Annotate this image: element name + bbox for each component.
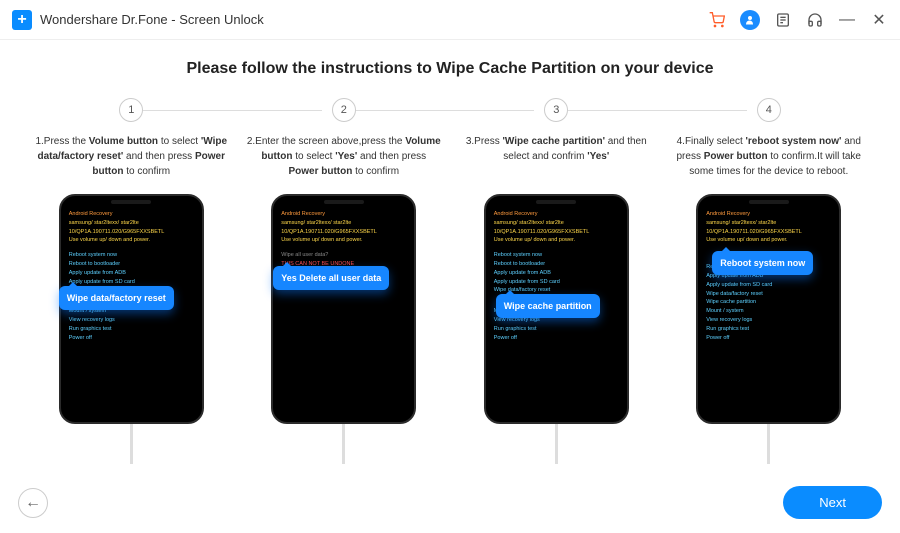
step-number: 2 (332, 98, 356, 122)
step-col-4: 4 4.Finally select 'reboot system now' an… (668, 98, 871, 464)
phone-text-line: Apply update from ADB (494, 269, 619, 278)
phone-text-line: Run graphics test (494, 325, 619, 334)
phone-text-line: Apply update from SD card (706, 281, 831, 290)
phone-text-line: Reboot system now (494, 251, 619, 260)
phone-text-line: Reboot to bootloader (494, 260, 619, 269)
phone-text-line: Power off (706, 334, 831, 343)
phone-text-line: Use volume up/ down and power. (69, 236, 194, 245)
step-description: 1.Press the Volume button to select 'Wip… (30, 134, 233, 186)
phone-text-line: Apply update from SD card (494, 278, 619, 287)
phone-text-line: Run graphics test (706, 325, 831, 334)
step-number: 3 (544, 98, 568, 122)
callout-label: Reboot system now (712, 251, 813, 275)
page-title: Please follow the instructions to Wipe C… (30, 60, 870, 78)
user-avatar-icon[interactable] (740, 10, 760, 30)
phone-text-line: Run graphics test (69, 325, 194, 334)
titlebar: + Wondershare Dr.Fone - Screen Unlock — … (0, 0, 900, 40)
phone-text-line: 10/QP1A.190711.020/G965FXXSBETL (494, 228, 619, 237)
phone-text-line: samsung/ star2ltexx/ star2lte (69, 219, 194, 228)
phone-cable (555, 424, 558, 464)
phone-text-line: Apply update from ADB (69, 269, 194, 278)
feedback-icon[interactable] (774, 11, 792, 29)
phone-text-line: Android Recovery (281, 210, 406, 219)
phone-text-line: samsung/ star2ltexx/ star2lte (281, 219, 406, 228)
phone-text-line: View recovery logs (706, 316, 831, 325)
phone-mockup: Android Recoverysamsung/ star2ltexx/ sta… (484, 194, 629, 424)
phone-text-line: Android Recovery (494, 210, 619, 219)
phone-text-line: Power off (69, 334, 194, 343)
minimize-button[interactable]: — (838, 11, 856, 29)
step-number: 1 (119, 98, 143, 122)
footer: ← Next (18, 486, 882, 519)
phone-text-line: Use volume up/ down and power. (706, 236, 831, 245)
phone-text-line: Android Recovery (69, 210, 194, 219)
back-button[interactable]: ← (18, 488, 48, 518)
support-icon[interactable] (806, 11, 824, 29)
phone-mockup: Android Recoverysamsung/ star2ltexx/ sta… (59, 194, 204, 424)
step-description: 2.Enter the screen above,press the Volum… (243, 134, 446, 186)
callout-label: Wipe cache partition (496, 294, 600, 318)
callout-label: Yes Delete all user data (273, 266, 389, 290)
step-connector (568, 110, 747, 111)
step-connector (356, 110, 535, 111)
phone-text-line: Wipe data/factory reset (706, 290, 831, 299)
phone-text-line: Wipe all user data? (281, 251, 406, 260)
phone-text-line: Reboot to bootloader (69, 260, 194, 269)
phone-mockup: Android Recoverysamsung/ star2ltexx/ sta… (696, 194, 841, 424)
steps-container: 1 1.Press the Volume button to select 'Wi… (30, 98, 870, 464)
phone-mockup: Android Recoverysamsung/ star2ltexx/ sta… (271, 194, 416, 424)
phone-text-line: Use volume up/ down and power. (494, 236, 619, 245)
phone-text-line: Wipe cache partition (706, 298, 831, 307)
phone-text-line: Use volume up/ down and power. (281, 236, 406, 245)
phone-cable (342, 424, 345, 464)
phone-cable (767, 424, 770, 464)
main-content: Please follow the instructions to Wipe C… (0, 40, 900, 464)
cart-icon[interactable] (708, 11, 726, 29)
phone-text-line: View recovery logs (69, 316, 194, 325)
app-logo-icon: + (12, 10, 32, 30)
step-col-3: 3 3.Press 'Wipe cache partition' and then… (455, 98, 658, 464)
phone-cable (130, 424, 133, 464)
step-number: 4 (757, 98, 781, 122)
phone-text-line: samsung/ star2ltexx/ star2lte (494, 219, 619, 228)
next-button[interactable]: Next (783, 486, 882, 519)
phone-text-line: 10/QP1A.190711.020/G965FXXSBETL (706, 228, 831, 237)
step-description: 4.Finally select 'reboot system now' and… (668, 134, 871, 186)
phone-text-line: Android Recovery (706, 210, 831, 219)
titlebar-controls: — ✕ (708, 10, 888, 30)
phone-text-line: Reboot system now (69, 251, 194, 260)
phone-text-line: 10/QP1A.190711.020/G965FXXSBETL (69, 228, 194, 237)
phone-text-line: Power off (494, 334, 619, 343)
step-col-1: 1 1.Press the Volume button to select 'Wi… (30, 98, 233, 464)
phone-text-line: Mount / system (706, 307, 831, 316)
step-col-2: 2 2.Enter the screen above,press the Volu… (243, 98, 446, 464)
phone-text-line: 10/QP1A.190711.020/G965FXXSBETL (281, 228, 406, 237)
step-description: 3.Press 'Wipe cache partition' and then … (455, 134, 658, 186)
callout-label: Wipe data/factory reset (59, 286, 174, 310)
step-connector (143, 110, 322, 111)
phone-text-line: samsung/ star2ltexx/ star2lte (706, 219, 831, 228)
app-title: Wondershare Dr.Fone - Screen Unlock (40, 12, 264, 27)
close-button[interactable]: ✕ (870, 11, 888, 29)
